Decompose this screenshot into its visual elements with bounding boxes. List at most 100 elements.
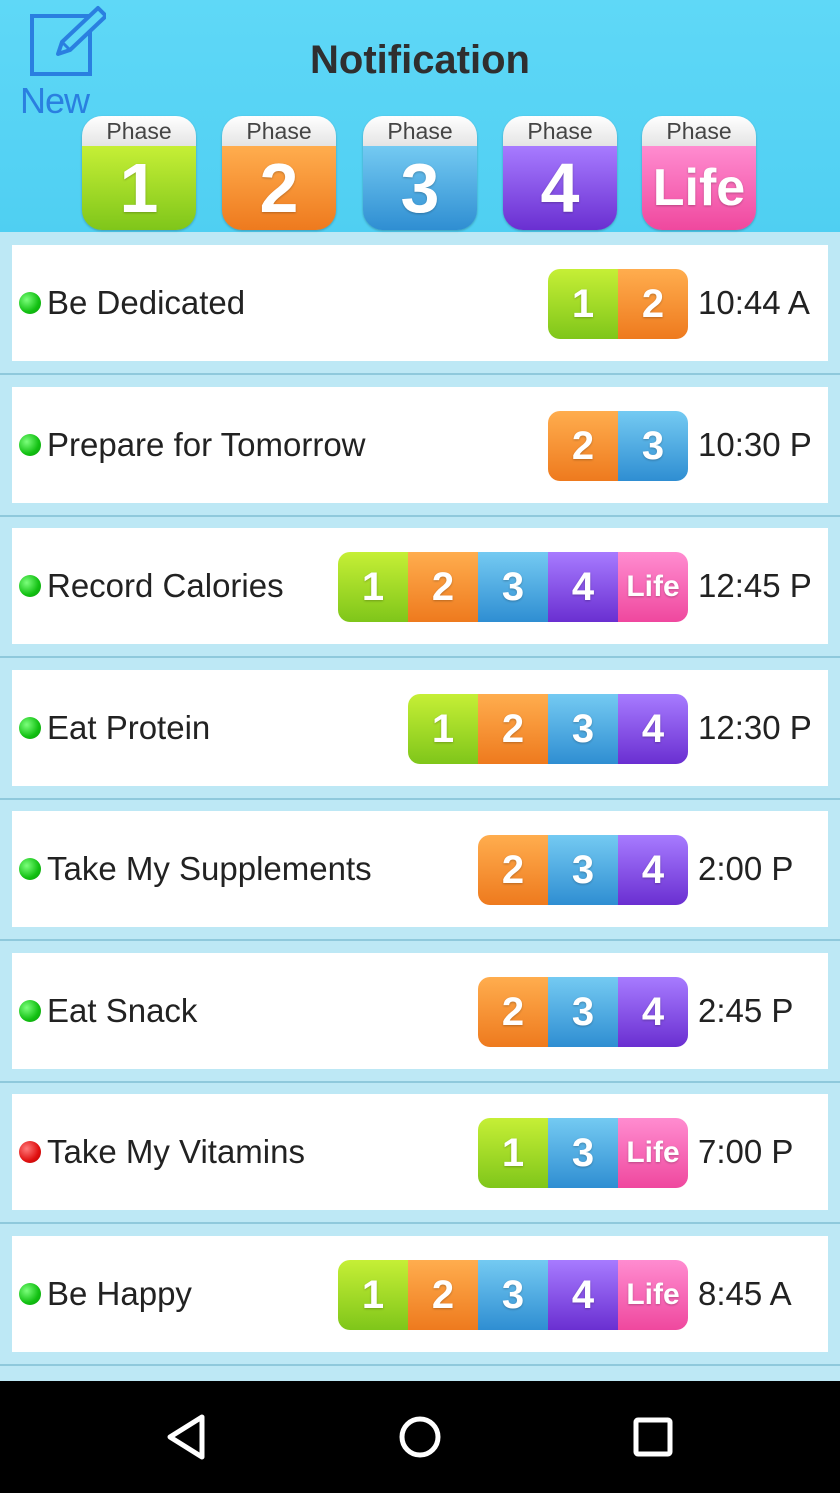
notification-row[interactable]: Take My Supplements 2 3 4 2:00 P <box>12 811 828 927</box>
phase-badge: 2 <box>548 410 618 481</box>
phase-badges: 1 2 3 4 Life <box>338 552 688 622</box>
notification-time: 8:45 A <box>698 1274 792 1312</box>
notification-row[interactable]: Eat Snack 2 3 4 2:45 P <box>12 952 828 1069</box>
notification-row[interactable]: Take My Vitamins 1 3 Life 7:00 P <box>12 1094 828 1210</box>
row-divider <box>0 514 840 517</box>
new-label: New <box>20 80 90 121</box>
phase-badge: 2 <box>408 552 478 622</box>
status-dot-icon <box>19 858 41 880</box>
phase-badge: 1 <box>548 269 618 339</box>
phase-badge: 4 <box>548 1259 618 1330</box>
phase-badges: 23 <box>548 410 688 481</box>
notification-label: Prepare for Tomorrow <box>47 425 366 463</box>
row-divider <box>0 1222 840 1224</box>
phase-label: Phase <box>363 116 477 146</box>
notification-list[interactable]: Be Dedicated 1 2 10:44 A Prepare for Tomorro… <box>0 232 840 1382</box>
phase-badge: 4 <box>618 835 688 905</box>
row-divider <box>0 1363 840 1366</box>
phase-life-button[interactable]: Phase Life <box>642 116 756 230</box>
notification-time: 10:30 P <box>698 425 812 463</box>
phase-badge: Life <box>618 552 688 622</box>
phase-badge: 2 <box>618 269 688 339</box>
notification-row[interactable]: Eat Protein 1 2 3 4 12:30 P <box>12 669 828 786</box>
recents-button[interactable] <box>627 1411 679 1463</box>
phase-label: Phase <box>82 116 196 146</box>
phase-badge: 1 <box>408 693 478 764</box>
phase-value: Life <box>642 146 756 230</box>
notification-time: 2:45 P <box>698 991 794 1029</box>
phase-badge: 2 <box>478 693 548 764</box>
phase-badge: 1 <box>478 1118 548 1188</box>
notification-label: Eat Protein <box>47 708 211 746</box>
phase-value: 1 <box>82 146 196 230</box>
notification-time: 12:30 P <box>698 708 812 746</box>
row-divider <box>0 656 840 658</box>
status-dot-icon <box>19 292 41 314</box>
phase-4-button[interactable]: Phase 4 <box>503 116 617 230</box>
phase-badge: Life <box>618 1118 688 1188</box>
phase-badges: 1 3 Life <box>478 1118 688 1188</box>
phase-badge: 3 <box>478 1259 548 1330</box>
phase-badge: 2 <box>478 835 548 905</box>
phase-badge: 4 <box>548 552 618 622</box>
notification-label: Take My Supplements <box>47 850 372 887</box>
phase-badges: 1234 <box>408 693 688 764</box>
phase-badges: 12 <box>548 269 688 339</box>
phase-badges: 234 <box>478 976 688 1047</box>
back-button[interactable] <box>162 1411 214 1463</box>
notification-label: Take My Vitamins <box>47 1133 305 1170</box>
notification-row[interactable]: Be Dedicated 1 2 10:44 A <box>12 245 828 361</box>
phase-badge: 3 <box>618 410 688 481</box>
notification-label: Be Dedicated <box>47 284 246 321</box>
row-divider <box>0 373 840 375</box>
status-dot-icon <box>19 1141 41 1163</box>
app-header: New Notification Phase 1 Phase 2 Phase 3… <box>0 0 840 232</box>
home-button[interactable] <box>394 1411 446 1463</box>
phase-label: Phase <box>642 116 756 146</box>
phase-label: Phase <box>503 116 617 146</box>
phase-badges: 234 <box>478 835 688 905</box>
row-divider <box>0 939 840 941</box>
notification-time: 10:44 A <box>698 284 810 321</box>
phase-1-button[interactable]: Phase 1 <box>82 116 196 230</box>
notification-row[interactable]: Be Happy 1 2 3 4 Life 8:45 A <box>12 1235 828 1352</box>
row-divider <box>0 797 840 800</box>
notification-row[interactable]: Record Calories 1 2 3 4 Life 12:45 P <box>12 528 828 644</box>
status-dot-icon <box>19 716 41 739</box>
notification-label: Record Calories <box>47 567 284 604</box>
phase-badge: 3 <box>478 552 548 622</box>
phase-badge: 4 <box>618 976 688 1047</box>
phase-3-button[interactable]: Phase 3 <box>363 116 477 230</box>
phase-value: 2 <box>222 146 336 230</box>
phase-badge: Life <box>618 1259 688 1330</box>
notification-label: Be Happy <box>47 1274 192 1312</box>
phase-badge: 3 <box>548 835 618 905</box>
row-divider <box>0 1080 840 1083</box>
notification-time: 7:00 P <box>698 1133 794 1170</box>
phase-badge: 4 <box>618 693 688 764</box>
notification-row[interactable]: Prepare for Tomorrow 2 3 10:30 P <box>12 386 828 503</box>
phase-2-button[interactable]: Phase 2 <box>222 116 336 230</box>
status-dot-icon <box>19 1282 41 1305</box>
phase-badge: 2 <box>408 1259 478 1330</box>
phase-value: 3 <box>363 146 477 230</box>
back-icon <box>167 1414 205 1460</box>
phase-badge: 3 <box>548 976 618 1047</box>
page-title: Notification <box>310 38 530 82</box>
phase-label: Phase <box>222 116 336 146</box>
status-dot-icon <box>19 999 41 1022</box>
system-nav-bar <box>0 1381 840 1493</box>
phase-badge: 2 <box>478 976 548 1047</box>
phase-badge: 3 <box>548 693 618 764</box>
phase-badge: 1 <box>338 552 408 622</box>
phase-badges: 1 2 3 4 Life <box>338 1259 688 1330</box>
recents-icon <box>633 1417 673 1457</box>
home-icon <box>399 1416 441 1458</box>
notification-label: Eat Snack <box>47 991 198 1029</box>
notification-time: 2:00 P <box>698 850 794 887</box>
status-dot-icon <box>19 433 41 456</box>
notification-time: 12:45 P <box>698 567 812 604</box>
phase-badge: 3 <box>548 1118 618 1188</box>
status-dot-icon <box>19 575 41 597</box>
phase-value: 4 <box>503 146 617 230</box>
